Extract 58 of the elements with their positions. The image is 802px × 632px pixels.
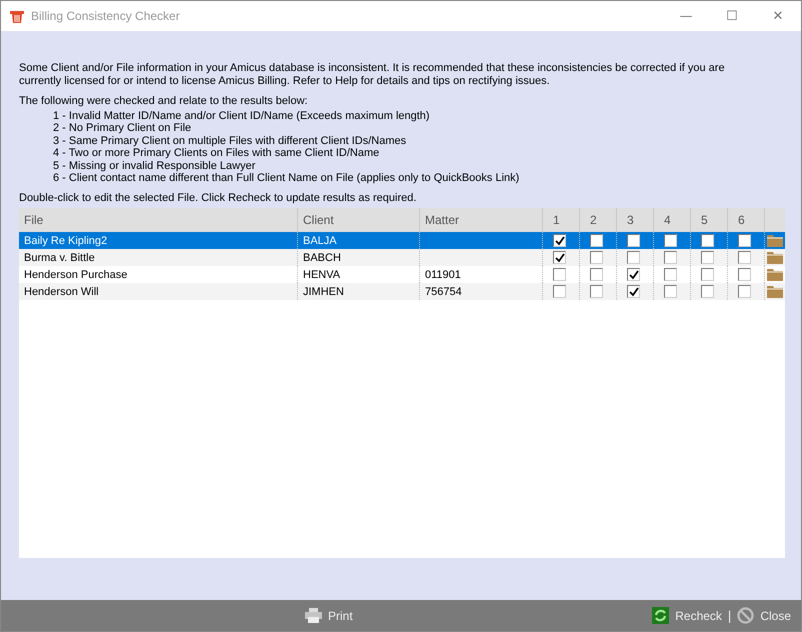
- separator: |: [728, 608, 732, 623]
- app-logo-icon: [9, 8, 25, 24]
- check-description: 1 - Invalid Matter ID/Name and/or Client ID/Name (Exceeds maximum length): [53, 110, 431, 122]
- checkbox[interactable]: [664, 285, 677, 298]
- table-cell: 011901: [425, 268, 461, 281]
- print-button[interactable]: Print: [305, 608, 353, 623]
- recheck-button[interactable]: Recheck: [652, 607, 722, 624]
- checkbox[interactable]: [627, 234, 640, 248]
- checkbox[interactable]: [664, 251, 677, 264]
- check-description: 3 - Same Primary Client on multiple Files with different Client IDs/Names: [53, 134, 408, 148]
- window-title: Billing Consistency Checker: [31, 9, 180, 23]
- table-cell: 756754: [425, 286, 462, 298]
- checkbox[interactable]: [664, 268, 677, 282]
- check-description: 6 - Client contact name different than Full Client Name on File (applies only to QuickBooks Link): [53, 172, 520, 184]
- folder-icon[interactable]: [767, 268, 783, 282]
- checkbox[interactable]: [590, 285, 603, 298]
- checkbox[interactable]: [664, 234, 677, 248]
- table-cell: BABCH: [298, 249, 420, 266]
- checkbox[interactable]: [553, 268, 566, 282]
- checkbox[interactable]: [701, 285, 714, 298]
- window-control-button[interactable]: ☐: [709, 1, 755, 31]
- table-row[interactable]: Henderson Will JIMHEN 756754: [19, 283, 785, 300]
- checkbox[interactable]: [738, 285, 751, 298]
- checkbox[interactable]: [701, 268, 714, 282]
- prohibited-icon: [737, 607, 754, 624]
- checkbox[interactable]: [590, 251, 603, 264]
- window-control-button[interactable]: ✕: [755, 1, 801, 31]
- hint-text: Double-click to edit the selected File. Click Recheck to update results as required.: [19, 192, 418, 204]
- folder-icon[interactable]: [767, 251, 783, 264]
- folder-icon[interactable]: [767, 285, 783, 298]
- table-cell: Henderson Will: [19, 283, 298, 300]
- checkbox[interactable]: [738, 234, 751, 248]
- checkbox[interactable]: [553, 285, 566, 298]
- close-button[interactable]: Close: [737, 607, 791, 624]
- window-control-button[interactable]: —: [663, 1, 709, 31]
- checkbox[interactable]: [590, 234, 603, 248]
- checkbox[interactable]: [553, 234, 566, 248]
- checkbox[interactable]: [701, 234, 714, 248]
- intro-text: Some Client and/or File information in your Amicus database is inconsistent. It is recommended that these inconsistencies be corrected if you are currently licensed for or intend to license Amicus Billing. Refer to Help for details and tips on rectifying issues.: [19, 62, 726, 88]
- check-description: 5 - Missing or invalid Responsible Lawyer: [53, 160, 256, 172]
- refresh-icon: [652, 607, 670, 624]
- table-row[interactable]: Baily Re Kipling2 BALJA: [19, 232, 785, 250]
- checks-heading: The following were checked and relate to the results below:: [19, 95, 309, 107]
- checkbox[interactable]: [701, 251, 714, 264]
- checkbox[interactable]: [627, 285, 640, 298]
- checkbox[interactable]: [627, 251, 640, 264]
- table-cell: Burma v. Bittle: [19, 249, 298, 266]
- check-description: 2 - No Primary Client on File: [53, 122, 192, 135]
- checkbox[interactable]: [590, 268, 603, 282]
- check-description: 4 - Two or more Primary Clients on Files with same Client ID/Name: [53, 147, 380, 160]
- printer-icon: [305, 608, 322, 623]
- table-cell: JIMHEN: [298, 283, 420, 300]
- checkbox[interactable]: [627, 268, 640, 282]
- checkbox[interactable]: [738, 268, 751, 282]
- checkbox[interactable]: [738, 251, 751, 264]
- folder-icon[interactable]: [767, 234, 783, 248]
- checkbox[interactable]: [553, 251, 566, 264]
- table-row[interactable]: Burma v. Bittle BABCH: [19, 249, 785, 266]
